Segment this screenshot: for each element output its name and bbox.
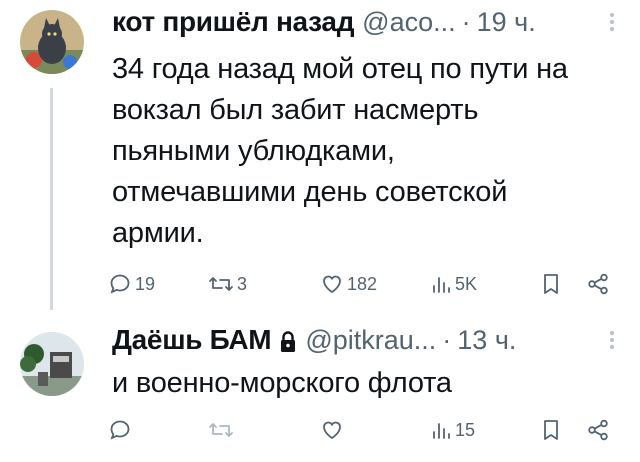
tweet-text: 34 года назад мой отец по пути на вокзал… xyxy=(112,49,622,254)
bookmark-icon xyxy=(544,420,558,440)
author-handle[interactable]: @aco... xyxy=(362,7,455,38)
timestamp[interactable]: 13 ч. xyxy=(457,325,516,356)
more-icon[interactable] xyxy=(608,10,616,38)
like-button[interactable] xyxy=(320,418,347,442)
share-icon xyxy=(588,273,608,295)
avatar-cat[interactable] xyxy=(20,10,84,74)
retweet-button[interactable] xyxy=(208,418,237,442)
bookmark-button[interactable] xyxy=(540,418,562,442)
retweet-icon xyxy=(209,423,233,437)
action-bar: 19 3 182 5K xyxy=(108,272,624,302)
views-icon xyxy=(433,277,450,293)
tweet-text: и военно-морского флота xyxy=(112,363,622,404)
like-count: 182 xyxy=(347,273,378,294)
views-button[interactable]: 5K xyxy=(430,272,477,296)
timestamp[interactable]: 19 ч. xyxy=(477,7,536,38)
text-line: и военно-морского флота xyxy=(112,367,452,399)
like-icon xyxy=(323,275,341,293)
text-line: отмечавшими день советской xyxy=(112,176,508,208)
more-icon[interactable] xyxy=(608,328,616,356)
views-icon xyxy=(433,423,450,439)
lock-icon xyxy=(279,330,297,354)
avatar-bam[interactable] xyxy=(20,332,84,396)
tweet-header: Даёшь БАМ @pitkrau... · 13 ч. xyxy=(112,320,516,360)
views-button[interactable]: 15 xyxy=(430,418,475,442)
like-icon xyxy=(323,421,341,439)
text-line: пьяными ублюдками, xyxy=(112,135,395,167)
author-name[interactable]: кот пришёл назад xyxy=(112,6,354,38)
tweet-2[interactable]: Даёшь БАМ @pitkrau... · 13 ч. и военно-м… xyxy=(0,318,640,462)
author-name[interactable]: Даёшь БАМ xyxy=(112,324,272,356)
reply-button[interactable] xyxy=(108,418,135,442)
bookmark-button[interactable] xyxy=(540,272,562,296)
text-line: армии. xyxy=(112,217,204,249)
author-handle[interactable]: @pitkrau... xyxy=(305,325,436,356)
tweet-header: кот пришёл назад @aco... · 19 ч. xyxy=(112,2,536,42)
share-icon xyxy=(588,419,608,441)
separator-dot: · xyxy=(461,6,471,37)
action-bar: 15 xyxy=(108,418,624,448)
reply-count: 19 xyxy=(135,273,156,294)
views-count: 15 xyxy=(455,419,476,440)
share-button[interactable] xyxy=(586,272,610,296)
separator-dot: · xyxy=(442,324,452,355)
retweet-count: 3 xyxy=(237,273,248,294)
text-line: 34 года назад мой отец по пути на xyxy=(112,53,568,85)
reply-icon xyxy=(110,420,130,440)
reply-icon xyxy=(110,274,130,294)
retweet-button[interactable]: 3 xyxy=(208,272,247,296)
tweet-1[interactable]: кот пришёл назад @aco... · 19 ч. 34 года… xyxy=(0,0,640,318)
thread-line xyxy=(50,88,53,310)
bookmark-icon xyxy=(544,274,558,294)
retweet-icon xyxy=(209,277,233,291)
share-button[interactable] xyxy=(586,418,610,442)
reply-button[interactable]: 19 xyxy=(108,272,155,296)
views-count: 5K xyxy=(455,273,478,294)
like-button[interactable]: 182 xyxy=(320,272,377,296)
text-line: вокзал был забит насмерть xyxy=(112,94,479,126)
